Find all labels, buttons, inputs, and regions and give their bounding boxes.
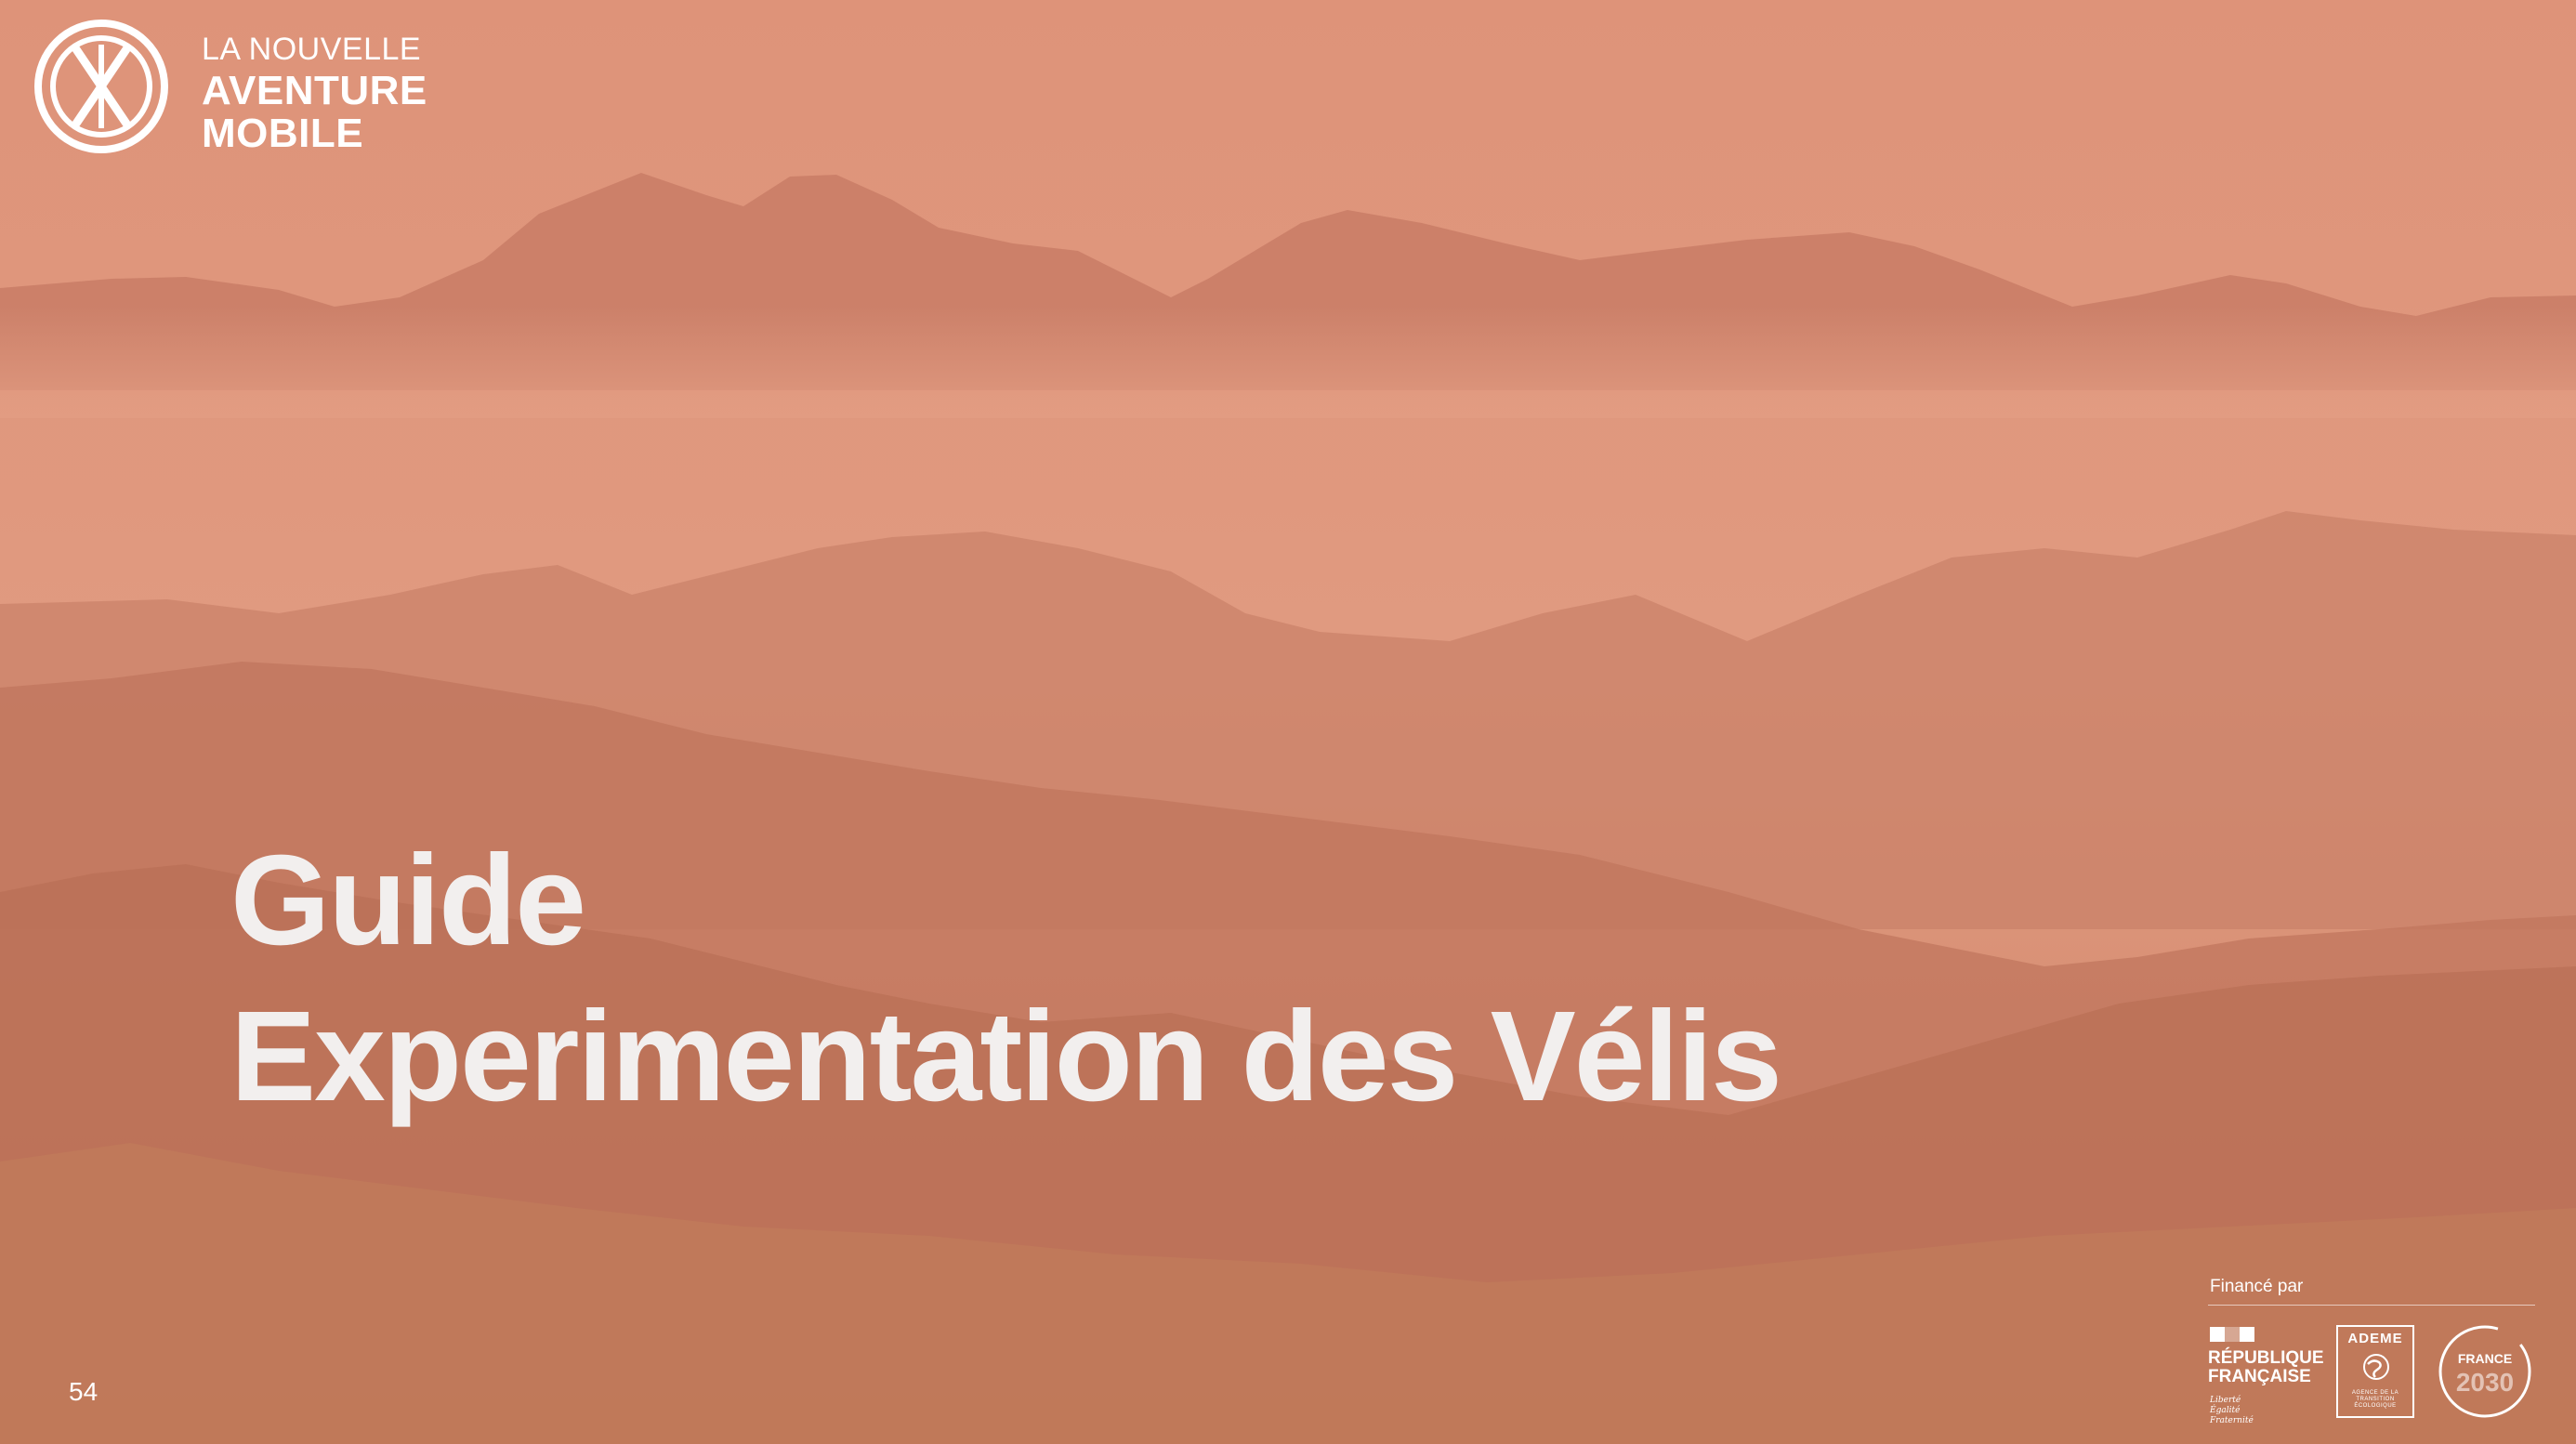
- page-number: 54: [69, 1377, 99, 1406]
- brand-logo[interactable]: LA NOUVELLE AVENTURE MOBILE: [32, 17, 459, 156]
- republique-motto: Liberté Égalité Fraternité: [2210, 1396, 2254, 1425]
- funding-divider: [2208, 1305, 2535, 1306]
- brand-name-line1: LA NOUVELLE: [202, 32, 422, 67]
- france-2030-label: FRANCE: [2457, 1351, 2513, 1366]
- marianne-flag-icon: [2210, 1327, 2254, 1342]
- title-line2: Experimentation des Vélis: [230, 985, 1782, 1128]
- republique-name: RÉPUBLIQUE FRANÇAISE: [2208, 1349, 2324, 1386]
- funded-by-label: Financé par: [2210, 1277, 2304, 1296]
- republique-francaise-logo: RÉPUBLIQUE FRANÇAISE Liberté Égalité Fra…: [2208, 1327, 2329, 1429]
- brand-mark-icon: [34, 20, 168, 153]
- motto-line1: Liberté: [2210, 1396, 2241, 1405]
- ademe-subtitle: AGENCE DE LA TRANSITION ÉCOLOGIQUE: [2342, 1390, 2409, 1410]
- slide: LA NOUVELLE AVENTURE MOBILE Guide Experi…: [0, 0, 2576, 1444]
- france-2030-year: 2030: [2455, 1368, 2515, 1397]
- france-2030-logo: FRANCE 2030: [2437, 1323, 2533, 1420]
- republique-name-line1: RÉPUBLIQUE: [2208, 1348, 2324, 1368]
- ademe-sub-line3: ÉCOLOGIQUE: [2354, 1402, 2397, 1409]
- brand-name-line3: MOBILE: [202, 111, 364, 156]
- title-line1: Guide: [230, 829, 586, 972]
- funding-block: Financé par RÉPUBLIQUE FRANÇAISE Liberté…: [2208, 1277, 2535, 1435]
- republique-name-line2: FRANÇAISE: [2208, 1366, 2311, 1386]
- mountain-landscape-image: [0, 0, 2576, 1444]
- ademe-sub-line1: AGENCE DE LA: [2351, 1390, 2399, 1396]
- ademe-sub-line2: TRANSITION: [2356, 1396, 2395, 1402]
- motto-line3: Fraternité: [2210, 1415, 2254, 1425]
- motto-line2: Égalité: [2210, 1405, 2241, 1415]
- brand-wordmark: LA NOUVELLE AVENTURE MOBILE: [202, 33, 427, 156]
- ademe-name: ADEME: [2347, 1331, 2403, 1346]
- ademe-logo: ADEME AGENCE DE LA TRANSITION ÉCOLOGIQUE: [2336, 1325, 2414, 1418]
- brand-name-line2: AVENTURE: [202, 68, 427, 113]
- slide-title: Guide Experimentation des Vélis: [230, 829, 1782, 1128]
- ademe-globe-icon: [2363, 1354, 2389, 1380]
